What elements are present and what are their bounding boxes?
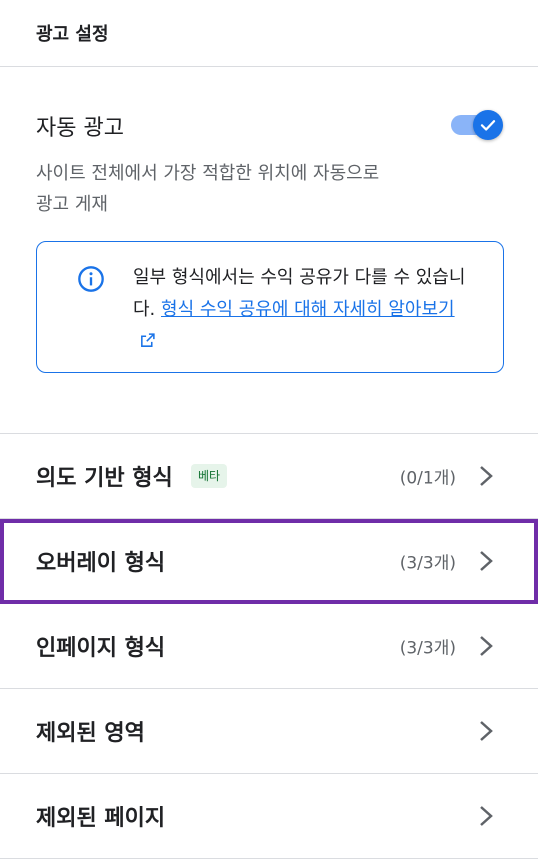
- chevron-right-icon: [480, 551, 493, 571]
- beta-badge: 베타: [191, 464, 228, 488]
- auto-ads-title: 자동 광고: [36, 116, 124, 141]
- info-text: 일부 형식에서는 수익 공유가 다를 수 있습니다. 형식 수익 공유에 대해 …: [133, 262, 473, 358]
- header: 광고 설정: [0, 0, 538, 67]
- chevron-right-icon: [480, 721, 493, 741]
- format-list: 의도 기반 형식 베타 (0/1개) 오버레이 형식 (3/3개) 인페이지 형…: [0, 433, 538, 859]
- auto-ads-toggle[interactable]: [449, 110, 505, 140]
- row-intent-formats[interactable]: 의도 기반 형식 베타 (0/1개): [0, 434, 538, 519]
- row-label: 의도 기반 형식: [36, 466, 173, 491]
- row-label: 제외된 영역: [36, 721, 145, 746]
- auto-ads-description: 사이트 전체에서 가장 적합한 위치에 자동으로 광고 게재: [36, 163, 380, 215]
- info-box: 일부 형식에서는 수익 공유가 다를 수 있습니다. 형식 수익 공유에 대해 …: [36, 241, 504, 373]
- row-label: 제외된 페이지: [36, 806, 166, 831]
- row-count: (3/3개): [399, 638, 456, 659]
- chevron-right-icon: [480, 636, 493, 656]
- row-in-page-formats[interactable]: 인페이지 형식 (3/3개): [0, 604, 538, 689]
- page-title: 광고 설정: [36, 24, 109, 45]
- row-count: (3/3개): [399, 553, 456, 574]
- row-excluded-areas[interactable]: 제외된 영역: [0, 689, 538, 774]
- row-label: 인페이지 형식: [36, 636, 166, 661]
- info-icon: [78, 266, 104, 292]
- row-overlay-formats[interactable]: 오버레이 형식 (3/3개): [0, 519, 538, 604]
- row-count: (0/1개): [399, 468, 456, 489]
- row-label: 오버레이 형식: [36, 551, 166, 576]
- toggle-knob: [473, 110, 503, 140]
- revenue-share-link-label[interactable]: 형식 수익 공유에 대해 자세히 알아보기: [161, 299, 455, 320]
- external-link-icon[interactable]: [139, 332, 156, 349]
- row-excluded-pages[interactable]: 제외된 페이지: [0, 774, 538, 859]
- check-icon: [480, 120, 496, 131]
- revenue-share-link[interactable]: 형식 수익 공유에 대해 자세히 알아보기: [161, 299, 455, 320]
- chevron-right-icon: [480, 466, 493, 486]
- chevron-right-icon: [480, 806, 493, 826]
